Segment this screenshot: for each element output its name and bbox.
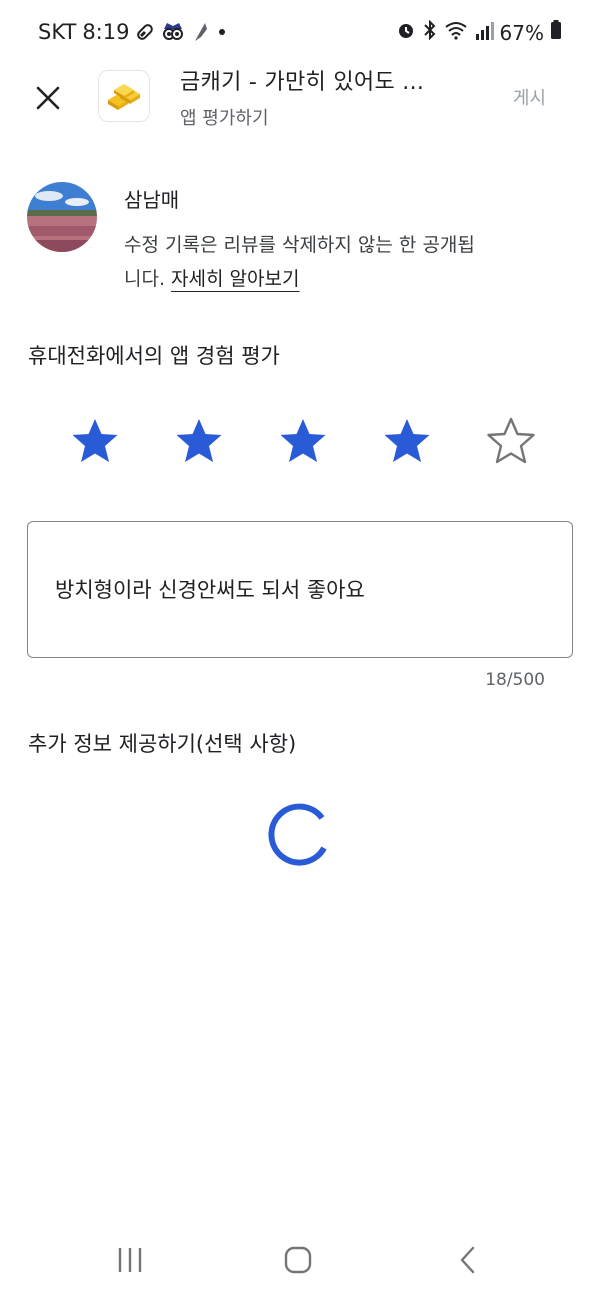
- clock: 8:19: [82, 20, 130, 44]
- battery-percent: 67%: [499, 20, 544, 45]
- page-subtitle: 앱 평가하기: [180, 108, 269, 129]
- spinner-icon: [268, 803, 327, 866]
- app-icon: [98, 70, 150, 122]
- rating-heading: 휴대전화에서의 앱 경험 평가: [28, 344, 280, 368]
- char-counter: 18/500: [485, 670, 545, 690]
- extra-info-heading[interactable]: 추가 정보 제공하기(선택 사항): [28, 728, 296, 758]
- alarm-icon: [396, 20, 416, 45]
- back-button[interactable]: [448, 1240, 488, 1280]
- star-filled-icon[interactable]: [174, 416, 224, 466]
- review-text: 방치형이라 신경안써도 되서 좋아요: [55, 578, 365, 602]
- carrier-label: SKT: [38, 20, 77, 44]
- star-filled-icon[interactable]: [278, 416, 328, 466]
- post-button[interactable]: 게시: [513, 84, 546, 110]
- star-filled-icon[interactable]: [70, 416, 120, 466]
- review-screen: SKT 8:19 67% 금캐기 - 가만히 있어도 ... 앱 평가하기 게시…: [0, 0, 600, 1300]
- loading-spinner: [262, 798, 334, 870]
- gold-bars-icon: [108, 84, 140, 110]
- profile-photo: [27, 182, 97, 252]
- signal-icon: [474, 21, 494, 45]
- status-left: SKT 8:19: [38, 20, 229, 44]
- app-title: 금캐기 - 가만히 있어도 ...: [180, 70, 425, 95]
- battery-icon: [550, 20, 562, 45]
- user-name: 삼남매: [124, 188, 180, 212]
- wifi-icon: [444, 20, 468, 45]
- owl-icon: [161, 21, 185, 43]
- status-bar: SKT 8:19 67%: [0, 0, 600, 64]
- status-right: 67%: [396, 19, 562, 45]
- star-empty-icon[interactable]: [486, 416, 536, 466]
- learn-more-link[interactable]: 자세히 알아보기: [171, 268, 299, 290]
- star-filled-icon[interactable]: [382, 416, 432, 466]
- home-icon: [284, 1246, 312, 1274]
- edit-history-notice: 수정 기록은 리뷰를 삭제하지 않는 한 공개됩니다. 자세히 알아보기: [124, 228, 484, 296]
- recent-apps-icon: [118, 1248, 142, 1272]
- back-icon: [460, 1246, 475, 1274]
- close-icon: [36, 86, 60, 110]
- recent-apps-button[interactable]: [110, 1240, 150, 1280]
- bluetooth-icon: [422, 19, 438, 45]
- home-button[interactable]: [278, 1240, 318, 1280]
- notification-dot-icon: [215, 25, 229, 39]
- review-text-field[interactable]: 방치형이라 신경안써도 되서 좋아요: [27, 521, 573, 658]
- feather-icon: [191, 21, 209, 43]
- close-button[interactable]: [28, 78, 68, 118]
- pill-icon: [135, 22, 155, 42]
- star-rating: [70, 416, 536, 466]
- avatar: [27, 182, 97, 252]
- system-nav-bar: [0, 1220, 600, 1300]
- app-header: 금캐기 - 가만히 있어도 ... 앱 평가하기 게시: [0, 64, 600, 150]
